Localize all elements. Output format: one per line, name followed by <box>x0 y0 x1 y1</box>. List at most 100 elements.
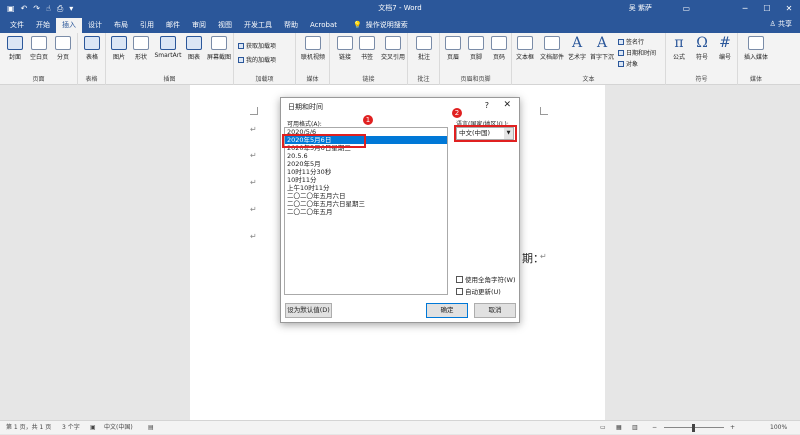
group-label: 页面 <box>32 76 45 83</box>
addins-icon <box>238 56 244 63</box>
close-icon[interactable]: ✕ <box>778 0 800 17</box>
group-label: 批注 <box>417 76 430 83</box>
group-text: 文本框 文档部件 A 艺术字 A 首字下沉 签名行 日期和时间 对象 文本 <box>512 33 666 85</box>
list-item[interactable]: 二〇二〇年五月 <box>285 208 447 216</box>
maximize-icon[interactable]: ☐ <box>756 0 778 17</box>
comment-button[interactable]: 批注 <box>411 36 437 61</box>
pi-icon: π <box>674 35 684 51</box>
insert-media-button[interactable]: 插入媒体 <box>743 36 769 61</box>
cross-reference-button[interactable]: 交叉引用 <box>378 36 408 61</box>
tab-home[interactable]: 开始 <box>30 18 56 33</box>
group-label: 媒体 <box>306 76 319 83</box>
number-button[interactable]: # 编号 <box>712 36 738 61</box>
tab-mailings[interactable]: 邮件 <box>160 18 186 33</box>
tab-developer[interactable]: 开发工具 <box>238 18 278 33</box>
ribbon-display-icon[interactable]: ▭ <box>682 0 690 17</box>
status-bar: 第 1 页，共 1 页 3 个字 ▣ 中文(中国) ▤ ▭ ▦ ▥ − + 10… <box>0 420 800 434</box>
group-symbols: π 公式 Ω 符号 # 编号 符号 <box>666 33 738 85</box>
cover-page-button[interactable]: 封面 <box>2 36 28 61</box>
tab-review[interactable]: 审阅 <box>186 18 212 33</box>
read-mode-icon[interactable]: ▭ <box>600 421 606 435</box>
page-count[interactable]: 第 1 页，共 1 页 <box>6 421 51 435</box>
wordart-icon: A <box>571 35 583 51</box>
zoom-in-icon[interactable]: + <box>730 421 735 435</box>
blank-page-icon <box>31 36 47 50</box>
quick-parts-button[interactable]: 文档部件 <box>538 36 566 61</box>
shapes-button[interactable]: 形状 <box>128 36 154 61</box>
list-item[interactable]: 10时11分30秒 <box>285 168 447 176</box>
zoom-thumb[interactable] <box>692 424 695 432</box>
tab-references[interactable]: 引用 <box>134 18 160 33</box>
page-break-button[interactable]: 分页 <box>50 36 76 61</box>
my-addins-button[interactable]: 我的加载项 <box>238 55 276 64</box>
tab-view[interactable]: 视图 <box>212 18 238 33</box>
group-label: 文本 <box>582 76 595 83</box>
blank-page-button[interactable]: 空白页 <box>26 36 52 61</box>
user-name[interactable]: 吴 紫萨 <box>629 0 652 17</box>
close-icon[interactable]: ✕ <box>503 100 511 110</box>
screenshot-button[interactable]: 屏幕截图 <box>204 36 234 61</box>
fullwidth-checkbox[interactable]: 使用全角字符(W) <box>456 274 516 284</box>
number-icon: # <box>719 35 731 51</box>
language-status[interactable]: 中文(中国) <box>104 421 133 435</box>
zoom-out-icon[interactable]: − <box>652 421 657 435</box>
textbox-button[interactable]: 文本框 <box>512 36 538 61</box>
cancel-button[interactable]: 取消 <box>474 303 516 318</box>
table-button[interactable]: 表格 <box>79 36 105 61</box>
chart-icon <box>186 36 202 50</box>
tab-acrobat[interactable]: Acrobat <box>304 18 343 33</box>
annotation-badge-1: 1 <box>363 115 373 125</box>
set-default-button[interactable]: 设为默认值(D) <box>285 303 332 318</box>
store-icon <box>238 42 244 49</box>
annotation-badge-2: 2 <box>452 108 462 118</box>
tab-layout[interactable]: 布局 <box>108 18 134 33</box>
tab-insert[interactable]: 插入 <box>56 18 82 33</box>
tab-help[interactable]: 帮助 <box>278 18 304 33</box>
group-embed-media: 插入媒体 媒体 <box>738 33 774 85</box>
signature-line-button[interactable]: 签名行 <box>618 37 644 46</box>
minimize-icon[interactable]: ─ <box>734 0 756 17</box>
group-label: 媒体 <box>749 76 762 83</box>
date-time-button[interactable]: 日期和时间 <box>618 48 656 57</box>
zoom-level[interactable]: 100% <box>770 421 787 435</box>
checkbox-box <box>456 287 463 295</box>
help-icon[interactable]: ? <box>485 101 489 110</box>
auto-update-checkbox[interactable]: 自动更新(U) <box>456 286 501 296</box>
share-button[interactable]: ♙ 共享 <box>769 17 792 32</box>
group-header-footer: 页眉 页脚 页码 页眉和页脚 <box>440 33 512 85</box>
wordart-button[interactable]: A 艺术字 <box>564 36 590 61</box>
omega-icon: Ω <box>696 35 708 51</box>
drop-cap-button[interactable]: A 首字下沉 <box>588 36 616 61</box>
formats-list[interactable]: 2020/5/6 2020年5月6日 2020年5月6日星期三 20.5.6 2… <box>284 127 448 295</box>
list-item[interactable]: 上午10时11分 <box>285 184 447 192</box>
group-label: 符号 <box>695 76 708 83</box>
list-item[interactable]: 10时11分 <box>285 176 447 184</box>
web-layout-icon[interactable]: ▥ <box>632 421 638 435</box>
smartart-button[interactable]: SmartArt <box>153 36 183 59</box>
get-addins-button[interactable]: 获取加载项 <box>238 41 276 50</box>
tab-design[interactable]: 设计 <box>82 18 108 33</box>
object-button[interactable]: 对象 <box>618 59 638 68</box>
group-label: 页眉和页脚 <box>460 76 491 83</box>
group-label: 插图 <box>163 76 176 83</box>
online-video-button[interactable]: 联机视频 <box>300 36 326 61</box>
cross-reference-icon <box>385 36 401 50</box>
word-count[interactable]: 3 个字 <box>62 421 80 435</box>
list-item[interactable]: 2020年5月 <box>285 160 447 168</box>
signature-icon <box>618 38 624 45</box>
macro-icon[interactable]: ▤ <box>148 421 154 435</box>
highlight-box-language <box>454 125 517 142</box>
bookmark-button[interactable]: 书签 <box>354 36 380 61</box>
list-item[interactable]: 二〇二〇年五月六日 <box>285 192 447 200</box>
page-number-button[interactable]: 页码 <box>486 36 512 61</box>
bookmark-icon <box>359 36 375 50</box>
print-layout-icon[interactable]: ▦ <box>616 421 622 435</box>
paragraph-mark: ↵ <box>250 205 257 214</box>
list-item[interactable]: 二〇二〇年五月六日星期三 <box>285 200 447 208</box>
proofing-icon[interactable]: ▣ <box>90 421 96 435</box>
ok-button[interactable]: 确定 <box>426 303 468 318</box>
tell-me-search[interactable]: 💡 操作说明搜索 <box>343 18 408 33</box>
list-item[interactable]: 20.5.6 <box>285 152 447 160</box>
paragraph-mark: ↵ <box>250 151 257 160</box>
tab-file[interactable]: 文件 <box>4 18 30 33</box>
